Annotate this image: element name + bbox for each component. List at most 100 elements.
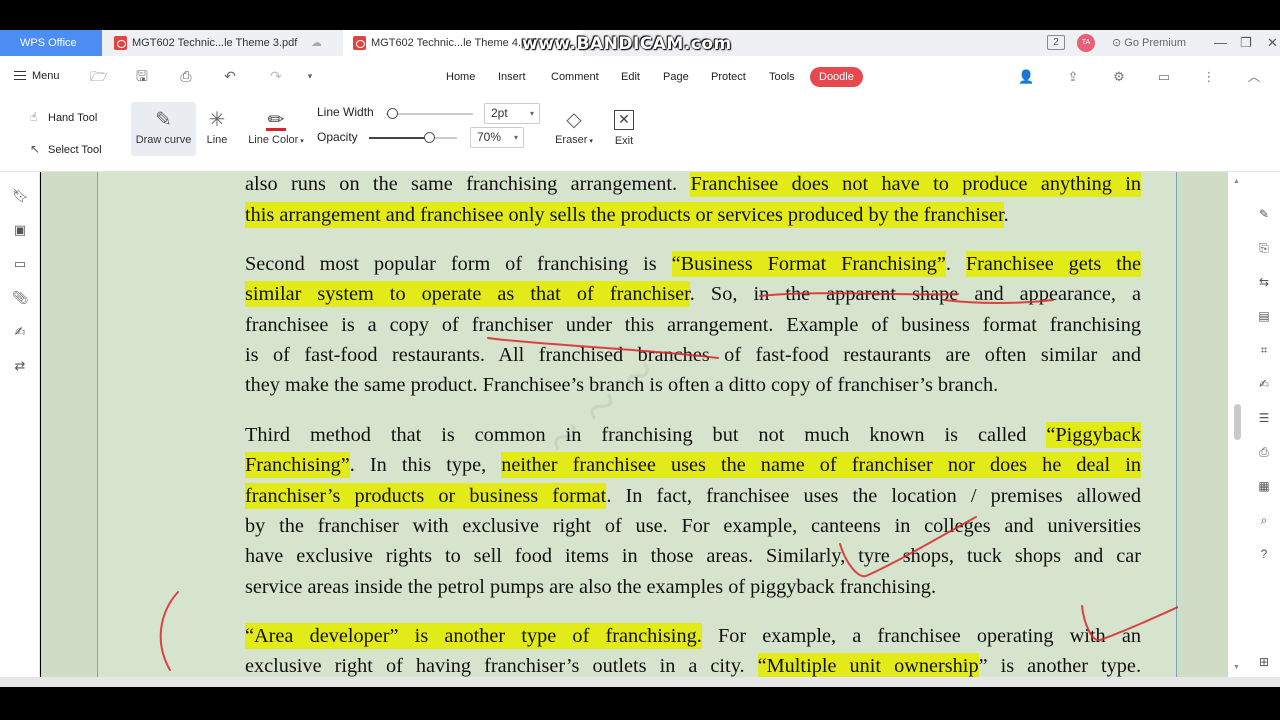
pencil-color-icon: ✏ (266, 109, 286, 131)
tab-doodle[interactable]: Doodle (810, 67, 863, 87)
open-folder-icon[interactable]: 🗁 (90, 68, 107, 84)
tab-protect[interactable]: Protect (711, 71, 746, 83)
vertical-scrollbar[interactable]: ▲ ▼ (1228, 172, 1248, 677)
scroll-down-icon[interactable]: ▼ (1233, 664, 1240, 671)
minimize-icon[interactable]: — (1214, 30, 1227, 56)
select-tool-button[interactable]: ↖ Select Tool (30, 142, 102, 156)
tab-edit[interactable]: Edit (621, 71, 640, 83)
opacity-slider[interactable] (369, 132, 457, 143)
apps-grid-icon[interactable]: ⊞ (1256, 654, 1272, 670)
opacity-slider-knob[interactable] (424, 132, 435, 143)
curve-pen-icon: ✎ (155, 109, 172, 131)
tab-label: MGT602 Technic...le Theme 3.pdf (132, 37, 298, 49)
close-icon[interactable]: ✕ (1267, 30, 1278, 56)
edit-panel-icon[interactable]: ✎ (1256, 206, 1272, 222)
opacity-select[interactable]: 70% ▾ (470, 127, 524, 148)
eraser-icon: ◇ (566, 109, 582, 131)
line-width-slider[interactable] (386, 108, 473, 119)
share-icon[interactable]: ⇪ (1065, 69, 1081, 85)
status-bar (0, 677, 1280, 687)
pdf-page: ~ ~ ~ also runs on the same franchising … (97, 172, 1178, 677)
line-color-label: Line Color (248, 134, 299, 146)
collapse-ribbon-icon[interactable]: ︿ (1246, 69, 1262, 85)
tab-home[interactable]: Home (446, 71, 475, 83)
chevron-down-icon: ▾ (513, 133, 518, 142)
go-premium-label: Go Premium (1124, 37, 1187, 49)
share-user-icon[interactable]: 👤 (1018, 69, 1034, 85)
go-premium-button[interactable]: ⊙ Go Premium (1112, 30, 1186, 56)
comments-panel-icon[interactable]: ▭ (12, 256, 28, 272)
print-side-icon[interactable]: ⎙ (1256, 444, 1272, 460)
bookmark-icon[interactable]: 🔖︎ (12, 188, 29, 204)
title-bar: WPS Office MGT602 Technic...le Theme 3.p… (0, 30, 1280, 56)
line-button[interactable]: ✳ Line (200, 106, 234, 146)
line-width-value: 2pt (491, 106, 508, 120)
line-width-select[interactable]: 2pt ▾ (484, 103, 540, 124)
organize-icon[interactable]: ▦ (1256, 478, 1272, 494)
settings-icon[interactable]: ⚙ (1111, 69, 1127, 85)
export-icon[interactable]: ⎘ (1256, 240, 1272, 256)
ink-underline-appearance (943, 299, 1054, 304)
annotate-icon[interactable]: ✍︎ (1256, 376, 1272, 392)
opacity-label: Opacity (317, 130, 358, 144)
menu-button[interactable]: Menu (14, 70, 60, 82)
exit-button[interactable]: ✕ Exit (608, 106, 640, 147)
ink-bracket-area (159, 591, 179, 671)
draw-curve-button[interactable]: ✎ Draw curve (131, 106, 196, 146)
quick-access-dropdown-icon[interactable]: ▾ (302, 68, 318, 84)
line-width-slider-knob[interactable] (387, 108, 398, 119)
avatar[interactable]: TA (1077, 34, 1095, 52)
scroll-up-icon[interactable]: ▲ (1233, 178, 1240, 185)
tab-comment[interactable]: Comment (551, 71, 599, 83)
hand-tool-label: Hand Tool (48, 112, 98, 124)
ink-check-right (1081, 605, 1178, 642)
draw-curve-label: Draw curve (135, 134, 192, 146)
print-icon[interactable]: ⎙ (178, 68, 194, 84)
save-icon[interactable]: 🖫 (134, 68, 150, 84)
eraser-button[interactable]: ◇ Eraser ▾ (550, 106, 598, 146)
left-sidebar: 🔖︎ ▣ ▭ 📎︎ ✍︎ ⇄ (0, 172, 40, 677)
doodle-ribbon: ☝ Hand Tool ↖ Select Tool ✎ Draw curve ✳ L… (0, 100, 1280, 172)
cursor-icon: ↖ (30, 142, 41, 156)
hand-tool-button[interactable]: ☝ Hand Tool (30, 110, 97, 124)
more-icon[interactable]: ⋮ (1201, 69, 1217, 85)
tab-insert[interactable]: Insert (498, 71, 526, 83)
hamburger-icon (14, 71, 26, 80)
pdf-icon (114, 36, 127, 50)
premium-icon: ⊙ (1112, 37, 1122, 49)
comment-icon[interactable]: ▭ (1156, 69, 1172, 85)
attachment-icon[interactable]: 📎︎ (12, 290, 29, 306)
signature-icon[interactable]: ✍︎ (12, 324, 28, 340)
opacity-value: 70% (477, 130, 502, 144)
hand-icon: ☝ (30, 110, 38, 124)
help-icon[interactable]: ? (1256, 546, 1272, 562)
select-tool-label: Select Tool (48, 144, 102, 156)
pdf-convert-icon[interactable]: ⇄ (12, 358, 28, 374)
cloud-icon: ☁ (311, 37, 322, 49)
redo-icon[interactable]: ↷ (268, 68, 284, 84)
tab-wps-office[interactable]: WPS Office (0, 30, 102, 56)
scrollbar-thumb[interactable] (1234, 404, 1241, 440)
undo-icon[interactable]: ↶ (222, 68, 238, 84)
line-label: Line (206, 134, 228, 146)
window-count-badge[interactable]: 2 (1047, 35, 1065, 50)
convert-icon[interactable]: ⇆ (1256, 274, 1272, 290)
document-viewport[interactable]: ~ ~ ~ also runs on the same franchising … (41, 172, 1228, 677)
exit-label: Exit (614, 135, 634, 147)
compare-icon[interactable]: ☰ (1256, 410, 1272, 426)
line-width-label: Line Width (317, 105, 374, 119)
opacity-slider-fill (369, 137, 431, 139)
ink-check-colleges (839, 516, 977, 578)
crop-icon[interactable]: ⌗ (1256, 342, 1272, 358)
tab-tools[interactable]: Tools (769, 71, 795, 83)
line-color-button[interactable]: ✏ Line Color ▾ (244, 106, 308, 146)
zoom-search-icon[interactable]: ⌕ (1256, 512, 1272, 528)
bandicam-watermark: www.BANDICAM.com (522, 34, 732, 54)
tab-theme3-pdf[interactable]: MGT602 Technic...le Theme 3.pdf ☁ (104, 30, 336, 56)
thumbnail-icon[interactable]: ▣ (12, 222, 28, 238)
restore-icon[interactable]: ❐ (1240, 30, 1252, 56)
ocr-icon[interactable]: ▤ (1256, 308, 1272, 324)
screen-letterbox (0, 687, 1280, 720)
tab-page[interactable]: Page (663, 71, 689, 83)
pdf-icon (353, 36, 366, 50)
